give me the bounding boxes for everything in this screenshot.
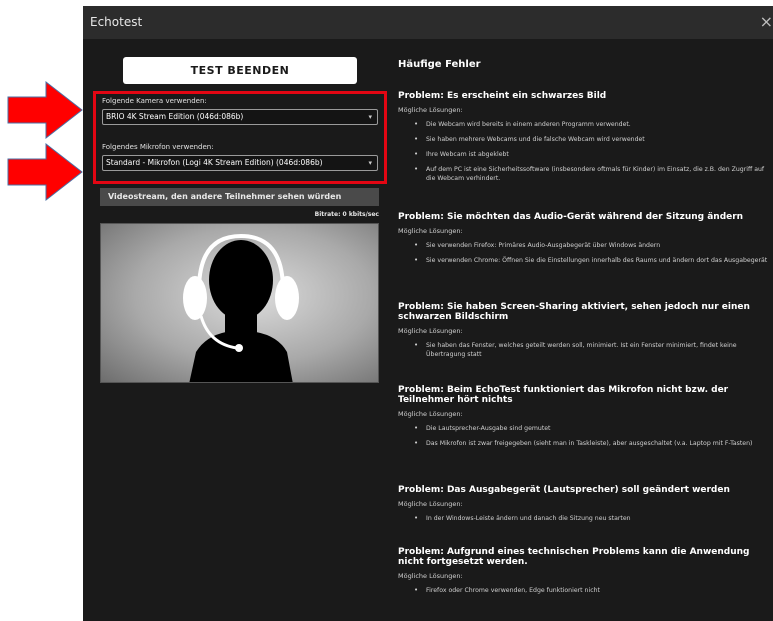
problem-audio-device: Problem: Sie möchten das Audio-Gerät wäh… bbox=[398, 212, 773, 271]
problem-technical: Problem: Aufgrund eines technischen Prob… bbox=[398, 547, 773, 601]
list-item: Die Lautsprecher-Ausgabe sind gemutet bbox=[398, 424, 773, 433]
annotation-arrow-camera bbox=[7, 80, 83, 140]
list-item: Sie verwenden Firefox: Primäres Audio-Au… bbox=[398, 241, 773, 250]
list-item: Die Webcam wird bereits in einem anderen… bbox=[398, 120, 773, 129]
problem-title: Problem: Sie möchten das Audio-Gerät wäh… bbox=[398, 212, 744, 222]
solutions-label: Mögliche Lösungen: bbox=[398, 106, 463, 114]
problem-title: Problem: Aufgrund eines technischen Prob… bbox=[398, 547, 750, 567]
problem-screen-sharing: Problem: Sie haben Screen-Sharing aktivi… bbox=[398, 302, 773, 365]
solutions-label: Mögliche Lösungen: bbox=[398, 227, 463, 235]
list-item: In der Windows-Leiste ändern und danach … bbox=[398, 514, 773, 523]
list-item: Auf dem PC ist eine Sicherheitssoftware … bbox=[398, 165, 773, 183]
solutions-list: Sie haben das Fenster, welches geteilt w… bbox=[398, 341, 773, 359]
list-item: Sie haben das Fenster, welches geteilt w… bbox=[398, 341, 773, 359]
list-item: Das Mikrofon ist zwar freigegeben (sieht… bbox=[398, 439, 773, 448]
video-header: Videostream, den andere Teilnehmer sehen… bbox=[100, 188, 379, 206]
problem-title: Problem: Sie haben Screen-Sharing aktivi… bbox=[398, 302, 750, 322]
problem-black-image: Problem: Es erscheint ein schwarzes Bild… bbox=[398, 91, 773, 189]
stop-test-button[interactable]: TEST BEENDEN bbox=[123, 57, 357, 84]
solutions-label: Mögliche Lösungen: bbox=[398, 327, 463, 335]
problem-title: Problem: Beim EchoTest funktioniert das … bbox=[398, 385, 729, 405]
solutions-label: Mögliche Lösungen: bbox=[398, 500, 463, 508]
solutions-list: Sie verwenden Firefox: Primäres Audio-Au… bbox=[398, 241, 773, 265]
close-icon[interactable]: × bbox=[760, 12, 773, 31]
window-title: Echotest bbox=[90, 15, 143, 29]
bitrate-readout: Bitrate: 0 kbits/sec bbox=[314, 211, 379, 218]
user-headset-icon bbox=[183, 233, 299, 382]
list-item: Sie haben mehrere Webcams und die falsch… bbox=[398, 135, 773, 144]
solutions-list: In der Windows-Leiste ändern und danach … bbox=[398, 514, 773, 523]
solutions-list: Die Webcam wird bereits in einem anderen… bbox=[398, 120, 773, 183]
list-item: Sie verwenden Chrome: Öffnen Sie die Ein… bbox=[398, 256, 773, 265]
video-preview bbox=[100, 223, 379, 383]
solutions-list: Die Lautsprecher-Ausgabe sind gemutet Da… bbox=[398, 424, 773, 448]
solutions-label: Mögliche Lösungen: bbox=[398, 572, 463, 580]
help-panel: Häufige Fehler Problem: Es erscheint ein… bbox=[388, 39, 773, 619]
list-item: Ihre Webcam ist abgeklebt bbox=[398, 150, 773, 159]
faq-heading: Häufige Fehler bbox=[398, 59, 481, 70]
problem-output-device: Problem: Das Ausgabegerät (Lautsprecher)… bbox=[398, 485, 773, 529]
annotation-arrow-mic bbox=[7, 142, 83, 202]
problem-title: Problem: Es erscheint ein schwarzes Bild bbox=[398, 91, 607, 101]
annotation-highlight-box bbox=[93, 91, 387, 184]
problem-echotest-mic: Problem: Beim EchoTest funktioniert das … bbox=[398, 385, 773, 454]
solutions-label: Mögliche Lösungen: bbox=[398, 410, 463, 418]
left-panel: TEST BEENDEN Folgende Kamera verwenden: … bbox=[83, 39, 387, 619]
solutions-list: Firefox oder Chrome verwenden, Edge funk… bbox=[398, 586, 773, 595]
titlebar: Echotest × bbox=[83, 6, 773, 39]
problem-title: Problem: Das Ausgabegerät (Lautsprecher)… bbox=[398, 485, 730, 495]
echotest-dialog: Echotest × TEST BEENDEN Folgende Kamera … bbox=[83, 6, 773, 621]
list-item: Firefox oder Chrome verwenden, Edge funk… bbox=[398, 586, 773, 595]
